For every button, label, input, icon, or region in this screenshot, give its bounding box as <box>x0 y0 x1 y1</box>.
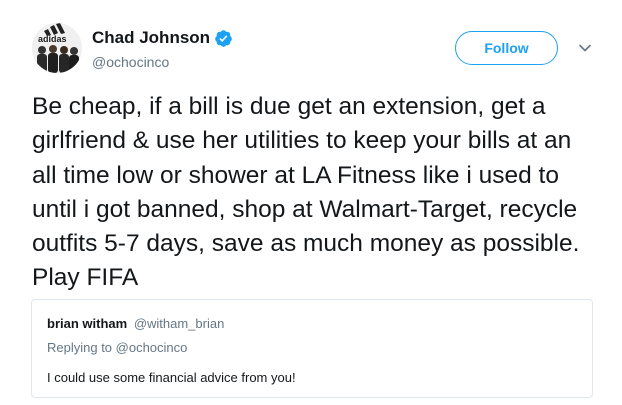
author-display-name[interactable]: Chad Johnson <box>92 28 210 48</box>
author-avatar[interactable]: adidas <box>32 23 82 73</box>
avatar-logo-text: adidas <box>38 34 67 44</box>
tweet-text: Be cheap, if a bill is due get an extens… <box>32 93 580 292</box>
chevron-down-icon[interactable] <box>577 40 593 56</box>
author-handle[interactable]: @ochocinco <box>92 53 169 71</box>
follow-button[interactable]: Follow <box>455 31 558 65</box>
quoted-author: brian witham @witham_brian <box>47 316 224 331</box>
quoted-tweet-text: I could use some financial advice from y… <box>47 370 296 385</box>
replying-to-label: Replying to @ochocinco <box>47 340 188 355</box>
quoted-tweet[interactable]: brian witham @witham_brian Replying to @… <box>31 299 593 398</box>
tweet-card: adidas Chad Johnson @ochocinco Follow Be… <box>0 0 622 405</box>
verified-badge-icon <box>215 30 232 47</box>
quoted-author-handle: @witham_brian <box>133 316 225 331</box>
quoted-author-name: brian witham <box>47 316 128 331</box>
